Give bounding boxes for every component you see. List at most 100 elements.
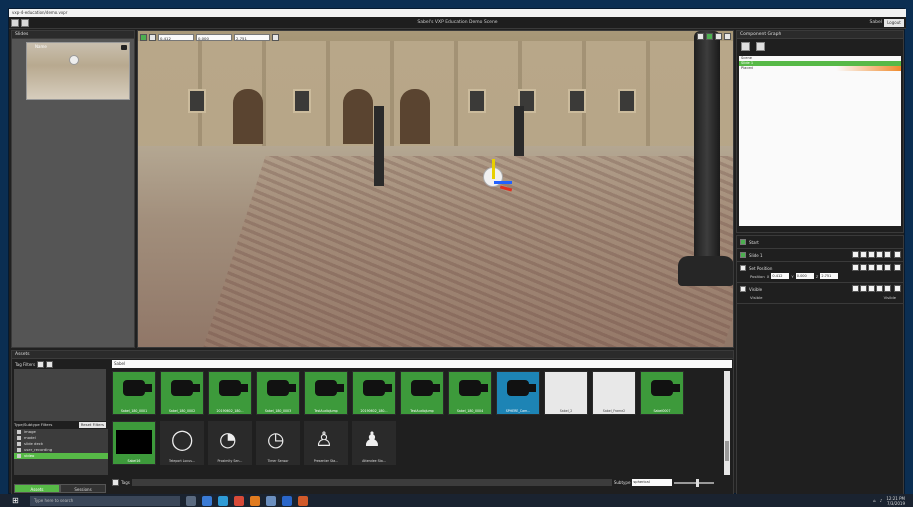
position-z-input[interactable]: 2.751	[820, 273, 839, 279]
tab-sessions[interactable]: Sessions	[60, 484, 106, 493]
asset-tile[interactable]: Sabel_180_0002	[160, 371, 204, 415]
logout-button[interactable]: Logout	[884, 19, 904, 27]
camera-icon[interactable]	[121, 45, 127, 50]
asset-grid-scrollbar[interactable]	[724, 371, 730, 475]
move-tool-icon[interactable]	[140, 34, 147, 41]
action-button[interactable]	[868, 285, 875, 292]
tag-filter-list[interactable]	[14, 369, 106, 421]
action-button[interactable]	[852, 251, 859, 258]
network-icon[interactable]: ⌂	[873, 498, 876, 503]
action-button[interactable]	[860, 264, 867, 271]
asset-tile[interactable]: SPHERE_Cam...	[496, 371, 540, 415]
info-icon[interactable]	[272, 34, 279, 41]
z-field[interactable]: 2.751	[234, 34, 270, 41]
position-y-input[interactable]: 0.000	[795, 273, 814, 279]
asset-tile[interactable]: 20190602_180...	[352, 371, 396, 415]
delete-icon[interactable]	[894, 285, 901, 292]
add-icon[interactable]	[741, 42, 750, 51]
asset-type-icon: ♙	[315, 427, 333, 451]
slide-icon[interactable]	[740, 252, 746, 258]
grid-icon[interactable]	[715, 33, 722, 40]
y-field[interactable]: 0.000	[196, 34, 232, 41]
action-button[interactable]	[884, 251, 891, 258]
street-lamp	[694, 31, 720, 281]
visible-toggle[interactable]	[740, 286, 746, 292]
action-button[interactable]	[868, 251, 875, 258]
gizmo-y-axis[interactable]	[492, 159, 495, 179]
reset-filters-button[interactable]: Reset Filters	[78, 422, 106, 428]
asset-label: Sabel_180_0002	[168, 409, 196, 413]
tags-input[interactable]	[131, 479, 612, 486]
asset-label: Sabel_180_0001	[120, 409, 148, 413]
volume-icon[interactable]: ♪	[880, 498, 883, 503]
powerpoint-icon[interactable]	[298, 495, 308, 506]
action-button[interactable]	[860, 285, 867, 292]
explorer-icon[interactable]	[202, 495, 212, 506]
camera-icon[interactable]	[697, 33, 704, 40]
set-position-toggle[interactable]	[740, 265, 746, 271]
vxp-app-icon[interactable]	[282, 495, 292, 506]
subtype-select[interactable]: spherical	[632, 479, 673, 486]
scroll-thumb[interactable]	[725, 441, 729, 461]
remove-tag-icon[interactable]	[46, 360, 54, 368]
scene-viewport[interactable]: 0.412 0.000 2.751	[137, 30, 734, 348]
asset-tile[interactable]: ◔ Proximity Sen...	[208, 421, 252, 465]
asset-tile[interactable]: Sabel16	[112, 421, 156, 465]
position-x-input[interactable]: 0.412	[771, 273, 790, 279]
asset-tile[interactable]: ◯ Teleport Locus...	[160, 421, 204, 465]
type-filter-item[interactable]: video	[14, 453, 108, 459]
add-tag-icon[interactable]	[37, 360, 45, 368]
asset-tile[interactable]: Sabel0007	[640, 371, 684, 415]
building-door	[343, 89, 373, 144]
asset-tile[interactable]: TestAudioJump	[304, 371, 348, 415]
clock[interactable]: 12:21 PM 7/3/2019	[886, 496, 905, 506]
edge-icon[interactable]	[218, 495, 228, 506]
transform-gizmo[interactable]	[478, 159, 513, 195]
start-icon[interactable]	[740, 239, 746, 245]
title-bar: vxp-4-education/demo.vxpr	[9, 9, 906, 17]
thumbnail-size-slider[interactable]	[674, 478, 715, 487]
action-button[interactable]	[860, 251, 867, 258]
asset-footer: Tags Subtype spherical	[112, 478, 732, 487]
tab-assets[interactable]: Assets	[14, 484, 60, 493]
asset-tile[interactable]: Sabel_Frame2	[592, 371, 636, 415]
taskbar-search[interactable]: Type here to search	[30, 495, 180, 506]
windows-start-icon[interactable]: ⊞	[12, 496, 22, 506]
component-row[interactable]: Placed	[739, 66, 901, 71]
view-mode-icon[interactable]	[706, 33, 713, 40]
asset-tile[interactable]: ♟ Attendee Sta...	[352, 421, 396, 465]
asset-search-input[interactable]: Sabel	[112, 360, 732, 368]
firefox-icon[interactable]	[250, 495, 260, 506]
settings-icon[interactable]	[724, 33, 731, 40]
asset-tile[interactable]: TestAudioJump	[400, 371, 444, 415]
action-button[interactable]	[852, 264, 859, 271]
asset-label: Teleport Locus...	[169, 459, 195, 463]
asset-tile[interactable]: Sabel_180_0004	[448, 371, 492, 415]
slide-thumbnail[interactable]: Name	[26, 42, 130, 100]
action-button[interactable]	[868, 264, 875, 271]
delete-icon[interactable]	[894, 251, 901, 258]
video-camera-icon	[411, 380, 440, 396]
tag-toggle-icon[interactable]	[112, 479, 119, 486]
action-button[interactable]	[876, 285, 883, 292]
app-icon[interactable]	[266, 495, 276, 506]
rotate-tool-icon[interactable]	[149, 34, 156, 41]
slide-label: Slide 1	[749, 252, 763, 258]
action-button[interactable]	[876, 264, 883, 271]
save-icon[interactable]	[756, 42, 765, 51]
action-button[interactable]	[884, 264, 891, 271]
gizmo-x-axis[interactable]	[494, 181, 512, 184]
asset-tile[interactable]: Sabel_180_0001	[112, 371, 156, 415]
asset-tile[interactable]: 20190602_180...	[208, 371, 252, 415]
asset-tile[interactable]: Sabel_180_0003	[256, 371, 300, 415]
x-field[interactable]: 0.412	[158, 34, 194, 41]
chrome-icon[interactable]	[234, 495, 244, 506]
task-view-icon[interactable]	[186, 495, 196, 506]
action-button[interactable]	[852, 285, 859, 292]
asset-tile[interactable]: ◷ Timer Sensor	[256, 421, 300, 465]
action-button[interactable]	[876, 251, 883, 258]
asset-tile[interactable]: ♙ Presenter Sta...	[304, 421, 348, 465]
delete-icon[interactable]	[894, 264, 901, 271]
asset-tile[interactable]: Sabel_2	[544, 371, 588, 415]
action-button[interactable]	[884, 285, 891, 292]
